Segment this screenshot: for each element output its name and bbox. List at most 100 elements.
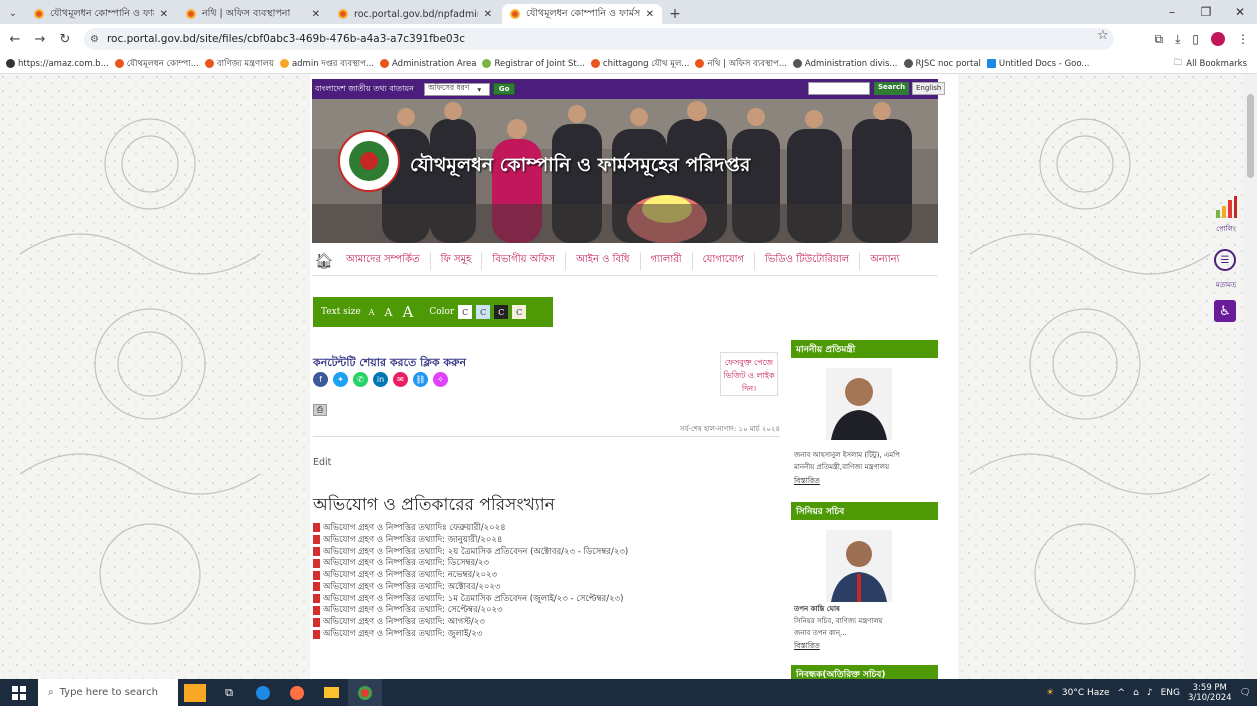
menu-item-divisional-office[interactable]: বিভাগীয় অফিস xyxy=(482,251,567,270)
menu-item-video-tutorial[interactable]: ভিডিও টিউটোরিয়াল xyxy=(755,251,861,270)
menu-item-law[interactable]: আইন ও বিধি xyxy=(566,251,641,270)
task-view-icon[interactable]: ⧉ xyxy=(212,679,246,706)
sidepanel-icon[interactable]: ▯ xyxy=(1192,32,1199,46)
windows-start-icon[interactable] xyxy=(0,679,38,706)
bookmark-item[interactable]: নথি | অফিস ব্যবস্থাপ... xyxy=(695,57,787,71)
browser-tab[interactable]: roc.portal.gov.bd/npfadmin/pu ✕ xyxy=(330,4,500,24)
english-button[interactable]: English xyxy=(912,82,946,95)
reload-icon[interactable]: ↻ xyxy=(55,32,75,47)
polling-icon[interactable] xyxy=(1215,196,1237,218)
tab-search-icon[interactable]: ⌄ xyxy=(0,2,26,24)
menu-item-contact[interactable]: যোগাযোগ xyxy=(693,251,756,270)
bookmark-item[interactable]: বাণিজ্য মন্ত্রণালয় xyxy=(204,57,274,71)
bookmark-item[interactable]: https://amaz.com.b... xyxy=(6,59,109,69)
search-input[interactable] xyxy=(808,82,870,95)
edge-icon[interactable] xyxy=(246,679,280,706)
link-share-icon[interactable]: ⛓ xyxy=(413,372,428,387)
site-info-icon[interactable]: ⚙ xyxy=(90,34,99,45)
restore-icon[interactable]: ❐ xyxy=(1189,0,1223,24)
url-bar[interactable]: ⚙ roc.portal.gov.bd/site/files/cbf0abc3-… xyxy=(84,28,1114,50)
back-icon[interactable]: ← xyxy=(5,32,25,47)
bookmark-star-icon[interactable]: ☆ xyxy=(1097,24,1109,46)
close-tab-icon[interactable]: ✕ xyxy=(484,9,492,20)
browser-tab[interactable]: যৌথমূলধন কোম্পানি ও ফার্মসমূ ✕ xyxy=(26,4,176,24)
bookmark-item[interactable]: RJSC noc portal xyxy=(903,59,981,69)
secretary-details-link[interactable]: বিস্তারিত xyxy=(794,641,820,653)
scrollbar-thumb[interactable] xyxy=(1247,94,1254,178)
portal-name[interactable]: বাংলাদেশ জাতীয় তথ্য বাতায়ন xyxy=(315,83,414,96)
browser-tab[interactable]: নথি | অফিস ব্যবস্থাপনা ✕ xyxy=(178,4,328,24)
linkedin-share-icon[interactable]: in xyxy=(373,372,388,387)
bookmark-item[interactable]: Administration divis... xyxy=(792,59,898,69)
office-type-select[interactable]: অফিসের ধরণ ▾ xyxy=(423,82,490,96)
facebook-share-icon[interactable]: f xyxy=(313,372,328,387)
search-button[interactable]: Search xyxy=(874,82,910,95)
twitter-share-icon[interactable]: ✦ xyxy=(333,372,348,387)
menu-item-about[interactable]: আমাদের সম্পর্কিত xyxy=(336,251,431,270)
feedback-icon[interactable]: ☰ xyxy=(1214,249,1236,271)
profile-avatar[interactable] xyxy=(1211,32,1225,46)
close-tab-icon[interactable]: ✕ xyxy=(160,9,168,20)
document-link[interactable]: অভিযোগ গ্রহণ ও নিষ্পত্তির তথ্যাদি: জুলাই… xyxy=(323,627,482,641)
color-white-button[interactable]: C xyxy=(458,305,473,319)
whatsapp-share-icon[interactable]: ✆ xyxy=(353,372,368,387)
close-tab-icon[interactable]: ✕ xyxy=(312,9,320,20)
minister-details-link[interactable]: বিস্তারিত xyxy=(794,476,820,488)
color-blue-button[interactable]: C xyxy=(476,305,491,319)
print-icon[interactable]: ⎙ xyxy=(313,404,327,416)
new-tab-button[interactable]: + xyxy=(664,4,686,24)
minimize-icon[interactable]: – xyxy=(1155,0,1189,24)
language-indicator[interactable]: ENG xyxy=(1161,688,1180,698)
browser-tab-active[interactable]: যৌথমূলধন কোম্পানি ও ফার্মসমূ ✕ xyxy=(502,4,662,24)
list-item[interactable]: অভিযোগ গ্রহণ ও নিষ্পত্তির তথ্যাদি: জুলাই… xyxy=(313,628,773,640)
page-title: অভিযোগ ও প্রতিকারের পরিসংখ্যান xyxy=(313,495,555,515)
firefox-icon[interactable] xyxy=(280,679,314,706)
accessibility-icon[interactable]: ♿︎ xyxy=(1214,300,1236,322)
go-button[interactable]: Go xyxy=(492,83,516,95)
menu-item-gallery[interactable]: গ্যালারী xyxy=(641,251,693,270)
bookmark-item[interactable]: Registrar of Joint St... xyxy=(482,59,585,69)
home-icon[interactable]: 🏠︎ xyxy=(312,252,336,270)
close-window-icon[interactable]: ✕ xyxy=(1223,0,1257,24)
facebook-like-box[interactable]: ফেসবুক্ত পেজে ভিজিট ও লাইক দিন। xyxy=(720,352,778,396)
text-size-large-button[interactable]: A xyxy=(402,303,413,321)
document-list: অভিযোগ গ্রহণ ও নিষ্পত্তির তথ্যাদিঃ ফেব্র… xyxy=(313,522,773,640)
bookmark-item[interactable]: chittagong যৌথ মূল... xyxy=(590,57,689,71)
clock[interactable]: 3:59 PM 3/10/2024 xyxy=(1188,683,1232,703)
color-dark-button[interactable]: C xyxy=(494,305,509,319)
text-size-small-button[interactable]: A xyxy=(369,308,375,317)
bookmark-label: https://amaz.com.b... xyxy=(18,58,109,69)
polling-label[interactable]: পোলিং xyxy=(1209,223,1243,235)
extensions-icon[interactable]: ⧉ xyxy=(1155,32,1164,47)
bookmark-item[interactable]: admin দপ্তর ব্যবস্থাপ... xyxy=(279,57,374,71)
edit-link[interactable]: Edit xyxy=(313,457,331,468)
color-cream-button[interactable]: C xyxy=(512,305,527,319)
volume-icon[interactable]: ♪ xyxy=(1147,688,1153,698)
minister-title: মাননীয় প্রতিমন্ত্রী,বাণিজ্য মন্ত্রণালয় xyxy=(794,463,890,471)
bookmark-item[interactable]: যৌথমূলধন কোম্পা... xyxy=(114,57,199,71)
tray-chevron-icon[interactable]: ^ xyxy=(1118,688,1126,698)
news-widget-icon[interactable] xyxy=(178,679,212,706)
close-tab-icon[interactable]: ✕ xyxy=(646,9,654,20)
notifications-icon[interactable]: 🗨︎ xyxy=(1240,688,1251,698)
messenger-share-icon[interactable]: ✧ xyxy=(433,372,448,387)
bookmark-item[interactable]: Untitled Docs - Goo... xyxy=(986,59,1090,69)
email-share-icon[interactable]: ✉ xyxy=(393,372,408,387)
chrome-icon[interactable] xyxy=(348,679,382,706)
feedback-label[interactable]: মতামত xyxy=(1209,279,1243,291)
weather-text[interactable]: 30°C Haze xyxy=(1062,688,1110,698)
tab-label: যৌথমূলধন কোম্পানি ও ফার্মসমূ xyxy=(526,7,640,19)
menu-icon[interactable]: ⋮ xyxy=(1237,32,1249,46)
menu-item-fees[interactable]: ফি সমূহ xyxy=(431,251,483,270)
browser-tab-bar: ⌄ যৌথমূলধন কোম্পানি ও ফার্মসমূ ✕ নথি | অফ… xyxy=(0,0,1257,24)
text-size-medium-button[interactable]: A xyxy=(385,306,393,319)
scrollbar[interactable] xyxy=(1244,74,1257,679)
taskbar-search[interactable]: ⌕ Type here to search xyxy=(38,679,178,706)
all-bookmarks[interactable]: 🗀 All Bookmarks xyxy=(1174,57,1247,71)
file-explorer-icon[interactable] xyxy=(314,679,348,706)
menu-item-others[interactable]: অন্যান্য xyxy=(860,252,909,270)
download-icon[interactable]: ⤓ xyxy=(1175,32,1180,47)
network-icon[interactable]: ⌂ xyxy=(1133,688,1139,698)
bookmark-item[interactable]: Administration Area xyxy=(380,59,476,69)
forward-icon[interactable]: → xyxy=(30,32,50,47)
